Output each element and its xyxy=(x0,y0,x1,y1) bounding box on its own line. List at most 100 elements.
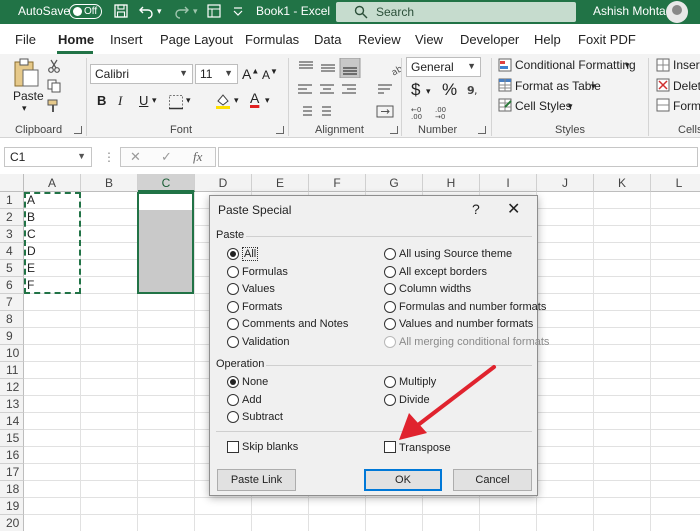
row-header-12[interactable]: 12 xyxy=(0,379,24,396)
orientation-icon[interactable]: ab xyxy=(389,60,405,76)
fill-color-icon[interactable] xyxy=(214,92,232,110)
row-header-11[interactable]: 11 xyxy=(0,362,24,379)
row-header-14[interactable]: 14 xyxy=(0,413,24,430)
chevron-down-icon[interactable]: ▾ xyxy=(625,60,630,71)
font-color-dropdown-icon[interactable]: ▾ xyxy=(265,95,270,106)
column-header-k[interactable]: K xyxy=(594,174,651,192)
column-header-d[interactable]: D xyxy=(195,174,252,192)
row-header-6[interactable]: 6 xyxy=(0,277,24,294)
tab-page-layout[interactable]: Page Layout xyxy=(160,32,233,47)
row-header-16[interactable]: 16 xyxy=(0,447,24,464)
insert-cells-icon[interactable] xyxy=(656,58,670,72)
row-header-19[interactable]: 19 xyxy=(0,498,24,515)
column-header-f[interactable]: F xyxy=(309,174,366,192)
paste-label[interactable]: Paste xyxy=(13,89,44,103)
tab-file[interactable]: File xyxy=(15,32,36,47)
copy-icon[interactable] xyxy=(47,79,61,93)
row-header-1[interactable]: 1 xyxy=(0,192,24,209)
radio-add[interactable] xyxy=(227,394,239,406)
cancel-icon[interactable]: ✕ xyxy=(130,149,141,165)
radio-formulas-number-formats[interactable] xyxy=(384,301,396,313)
tab-data[interactable]: Data xyxy=(314,32,341,47)
cell-styles-icon[interactable] xyxy=(498,98,512,112)
chevron-down-icon[interactable]: ▾ xyxy=(591,81,596,92)
format-painter-icon[interactable] xyxy=(47,99,61,113)
column-header-a[interactable]: A xyxy=(24,174,81,192)
decrease-font-size-icon[interactable]: A▼ xyxy=(262,67,278,82)
format-cells-icon[interactable] xyxy=(656,98,670,112)
column-header-b[interactable]: B xyxy=(81,174,138,192)
comma-style-icon[interactable]: 9, xyxy=(466,83,484,97)
avatar[interactable] xyxy=(666,1,688,23)
font-color-icon[interactable]: A xyxy=(250,90,259,106)
chevron-down-icon[interactable]: ▾ xyxy=(568,101,573,112)
save-icon[interactable] xyxy=(113,3,129,19)
undo-icon[interactable] xyxy=(138,3,154,19)
number-launcher-icon[interactable] xyxy=(478,126,486,134)
tab-home[interactable]: Home xyxy=(58,32,94,47)
row-header-13[interactable]: 13 xyxy=(0,396,24,413)
radio-none[interactable] xyxy=(227,376,239,388)
underline-dropdown-icon[interactable]: ▾ xyxy=(152,95,157,106)
indent-icons[interactable] xyxy=(296,104,336,120)
tab-view[interactable]: View xyxy=(415,32,443,47)
radio-subtract[interactable] xyxy=(227,411,239,423)
merge-center-icon[interactable] xyxy=(376,104,398,120)
row-header-9[interactable]: 9 xyxy=(0,328,24,345)
paste-dropdown-icon[interactable]: ▾ xyxy=(22,103,27,114)
row-header-18[interactable]: 18 xyxy=(0,481,24,498)
delete-cells-button[interactable]: Delete xyxy=(673,79,700,93)
enter-icon[interactable]: ✓ xyxy=(161,149,172,165)
tab-foxit-pdf[interactable]: Foxit PDF xyxy=(578,32,636,47)
horizontal-align-icons[interactable] xyxy=(296,82,362,98)
formula-input[interactable] xyxy=(218,147,698,167)
ok-button[interactable]: OK xyxy=(364,469,442,491)
cell-styles-button[interactable]: Cell Styles xyxy=(515,99,572,113)
italic-button[interactable]: I xyxy=(118,93,122,109)
alignment-launcher-icon[interactable] xyxy=(390,126,398,134)
customize-qat-icon[interactable] xyxy=(230,3,246,19)
radio-validation[interactable] xyxy=(227,336,239,348)
percent-button[interactable]: % xyxy=(442,80,457,100)
radio-comments-notes[interactable] xyxy=(227,318,239,330)
column-header-g[interactable]: G xyxy=(366,174,423,192)
cut-icon[interactable] xyxy=(47,59,61,73)
redo-icon[interactable] xyxy=(174,3,190,19)
column-header-e[interactable]: E xyxy=(252,174,309,192)
row-header-15[interactable]: 15 xyxy=(0,430,24,447)
radio-values[interactable] xyxy=(227,283,239,295)
font-name-combo[interactable]: Calibri ▼ xyxy=(90,64,193,84)
selected-range[interactable] xyxy=(137,192,194,294)
conditional-formatting-icon[interactable] xyxy=(498,58,512,72)
currency-button[interactable]: $ xyxy=(411,80,420,100)
radio-multiply[interactable] xyxy=(384,376,396,388)
undo-dropdown-icon[interactable]: ▾ xyxy=(157,6,162,17)
delete-cells-icon[interactable] xyxy=(656,78,670,92)
active-cell[interactable] xyxy=(139,194,192,210)
row-header-5[interactable]: 5 xyxy=(0,260,24,277)
tab-developer[interactable]: Developer xyxy=(460,32,519,47)
more-options-icon[interactable]: ⋮ xyxy=(103,150,115,164)
radio-all-source-theme[interactable] xyxy=(384,248,396,260)
bold-button[interactable]: B xyxy=(97,93,106,108)
insert-cells-button[interactable]: Insert xyxy=(673,58,700,72)
row-header-2[interactable]: 2 xyxy=(0,209,24,226)
select-all-corner[interactable] xyxy=(0,174,24,192)
radio-formats[interactable] xyxy=(227,301,239,313)
underline-button[interactable]: U xyxy=(139,93,148,108)
skip-blanks-checkbox[interactable] xyxy=(227,441,239,453)
font-size-combo[interactable]: 11 ▼ xyxy=(195,64,238,84)
clipboard-launcher-icon[interactable] xyxy=(74,126,82,134)
column-header-h[interactable]: H xyxy=(423,174,480,192)
tab-review[interactable]: Review xyxy=(358,32,401,47)
tab-formulas[interactable]: Formulas xyxy=(245,32,299,47)
number-format-combo[interactable]: General ▼ xyxy=(406,57,481,77)
borders-icon[interactable] xyxy=(168,94,184,110)
paste-link-button[interactable]: Paste Link xyxy=(217,469,296,491)
increase-font-size-icon[interactable]: A▲ xyxy=(242,66,259,82)
currency-dropdown-icon[interactable]: ▾ xyxy=(426,86,431,97)
autosave-toggle[interactable]: Off xyxy=(69,4,102,19)
transpose-checkbox[interactable] xyxy=(384,441,396,453)
format-as-table-icon[interactable] xyxy=(498,78,512,92)
redo-dropdown-icon[interactable]: ▾ xyxy=(193,6,198,17)
